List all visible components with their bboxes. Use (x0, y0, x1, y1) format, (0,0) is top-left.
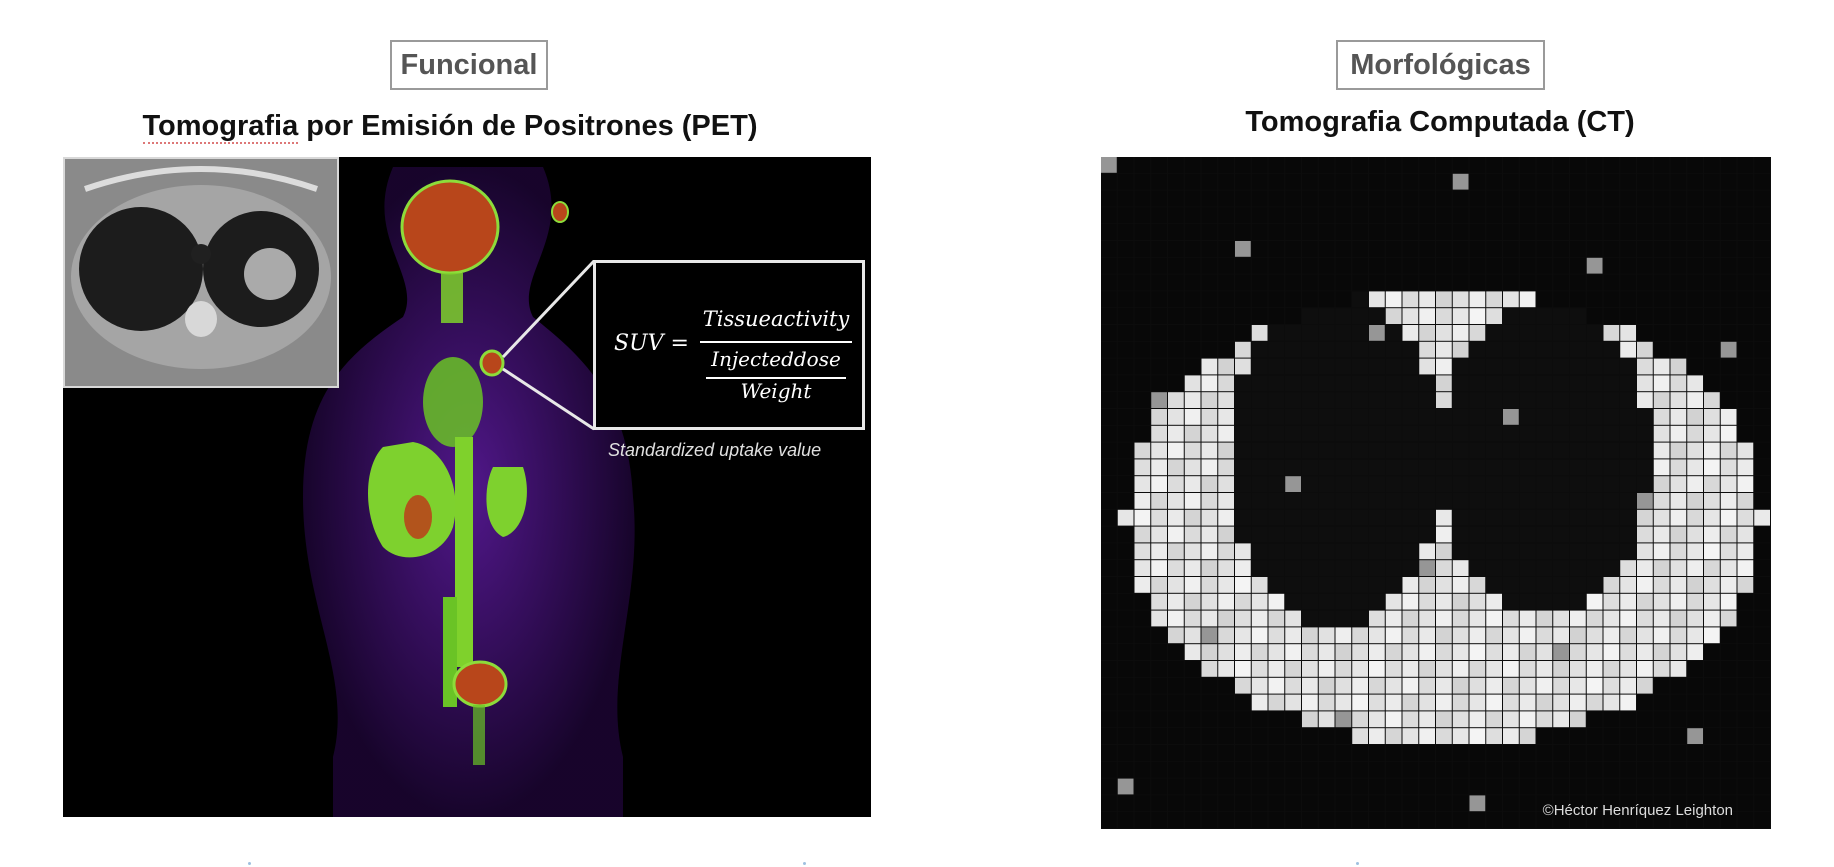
suv-caption: Standardized uptake value (608, 440, 822, 460)
copyright-credit: ©Héctor Henríquez Leighton (1542, 802, 1733, 819)
suv-formula-box: SUV = Tissueactivity Injecteddose Weight (593, 260, 865, 430)
separator-dot (1356, 862, 1359, 865)
formula-numerator: Tissueactivity (702, 307, 850, 331)
pet-title-rest: por Emisión de Positrones (PET) (298, 110, 758, 142)
pet-image-panel: SUV = Tissueactivity Injecteddose Weight… (63, 157, 871, 817)
morphological-tag: Morfológicas (1336, 40, 1545, 90)
ct-pixel-grid (1101, 157, 1770, 828)
pet-title: Tomografia por Emisión de Positrones (PE… (100, 110, 800, 144)
separator-dot (803, 862, 806, 865)
ct-image-panel: ©Héctor Henríquez Leighton (1101, 157, 1771, 829)
callout-lines (501, 259, 596, 431)
fraction-bar (700, 341, 852, 343)
separator-dot (248, 862, 251, 865)
formula-sub-denominator: Weight (740, 379, 812, 403)
pet-title-word: Tomografia (142, 110, 299, 144)
ct-title: Tomografia Computada (CT) (1245, 106, 1635, 138)
functional-tag: Funcional (390, 40, 548, 90)
suv-lhs: SUV = (614, 331, 689, 356)
formula-denominator: Injecteddose (711, 347, 841, 371)
